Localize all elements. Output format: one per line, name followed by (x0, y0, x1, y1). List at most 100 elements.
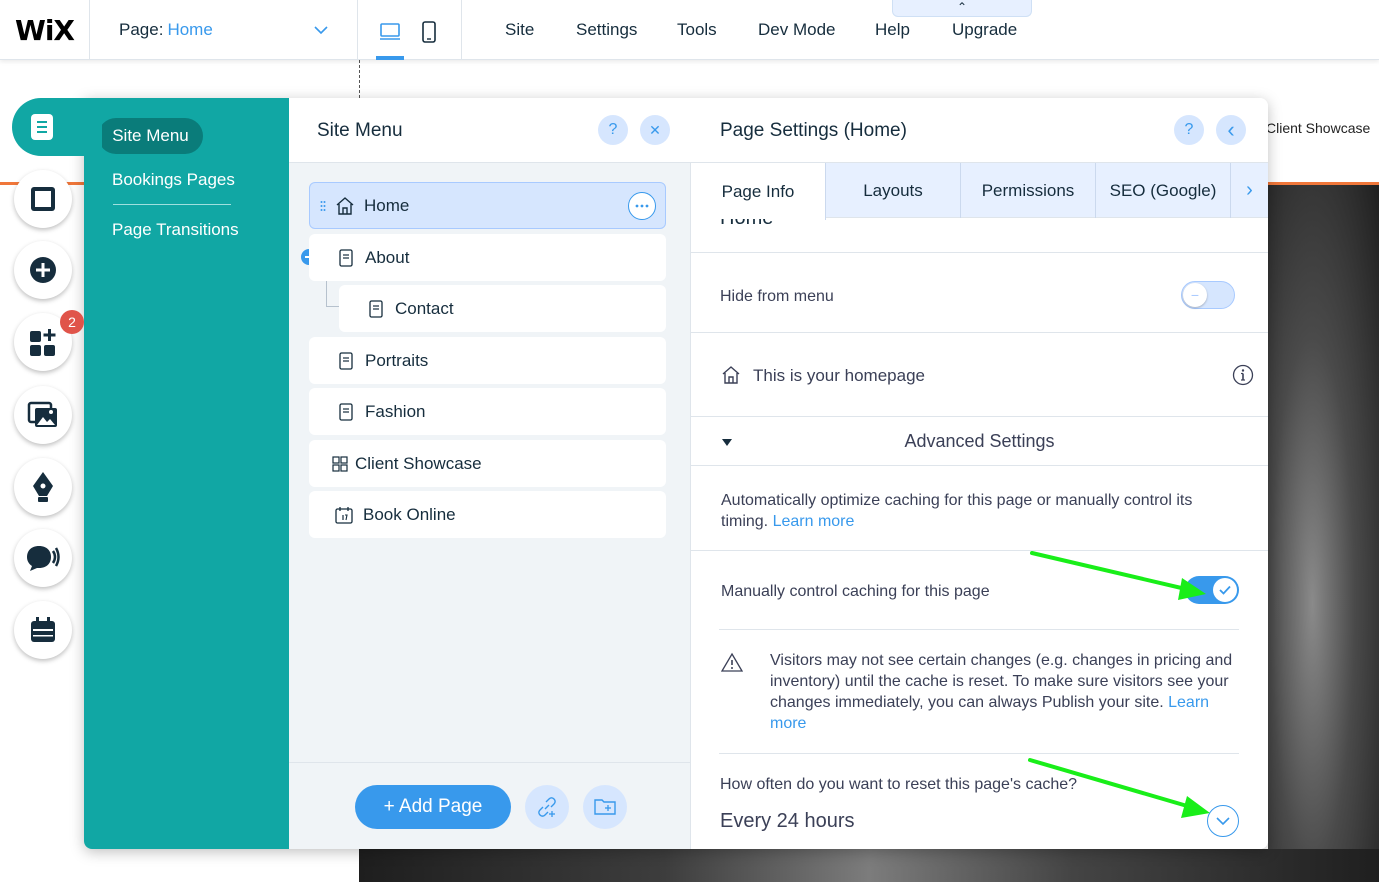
reset-cache-value[interactable]: Every 24 hours (720, 810, 855, 833)
page-item-fashion[interactable]: Fashion (309, 388, 666, 435)
drag-handle-icon[interactable] (320, 200, 326, 212)
divider (691, 550, 1268, 551)
add-link-button[interactable] (525, 785, 569, 829)
reset-cache-question: How often do you want to reset this page… (720, 776, 1078, 793)
minus-icon: − (1183, 283, 1207, 307)
gallery-page-icon (331, 453, 349, 475)
bookings-button[interactable] (14, 601, 72, 659)
chat-button[interactable] (14, 529, 72, 587)
help-button[interactable]: ? (598, 115, 628, 145)
page-settings-column: Page Settings (Home) ? ‹ Page Info Layou… (691, 98, 1268, 849)
nav-tools[interactable]: Tools (677, 0, 717, 60)
page-item-book-online[interactable]: Book Online (309, 491, 666, 538)
page-selector[interactable]: Page: Home (90, 0, 358, 60)
background-button[interactable] (14, 170, 72, 228)
apps-notification-badge: 2 (60, 310, 84, 334)
settings-help-button[interactable]: ? (1174, 115, 1204, 145)
side-nav-page-transitions[interactable]: Page Transitions (112, 220, 239, 240)
hide-from-menu-label: Hide from menu (720, 288, 834, 305)
site-menu-item-client-showcase[interactable]: Client Showcase (1266, 120, 1370, 136)
page-selector-label: Page: (119, 20, 164, 39)
site-photo (1268, 185, 1379, 882)
page-item-label: Fashion (365, 401, 426, 421)
calendar-page-icon (333, 504, 355, 526)
chevron-right-icon: › (1246, 179, 1253, 201)
page-icon (335, 401, 357, 423)
site-menu-header: Site Menu ? ✕ (289, 98, 691, 163)
nav-dev-mode[interactable]: Dev Mode (758, 0, 835, 60)
folder-add-icon (594, 799, 616, 815)
pen-nib-icon (33, 472, 53, 502)
page-item-label: Contact (395, 298, 454, 318)
tab-seo[interactable]: SEO (Google) (1096, 163, 1231, 218)
tab-page-info[interactable]: Page Info (691, 163, 826, 220)
tab-layouts[interactable]: Layouts (826, 163, 961, 218)
add-folder-button[interactable] (583, 785, 627, 829)
pages-panel: Site Menu Bookings Pages Page Transition… (84, 98, 1268, 849)
collapse-topbar-tab[interactable]: ⌃ (892, 0, 1032, 17)
divider (691, 332, 1268, 333)
site-menu-title: Site Menu (317, 120, 403, 141)
advanced-settings-toggle[interactable]: Advanced Settings (691, 417, 1268, 465)
settings-back-button[interactable]: ‹ (1216, 115, 1246, 145)
divider (719, 753, 1239, 754)
homepage-notice: This is your homepage (753, 366, 925, 385)
checkmark-icon (1213, 578, 1237, 602)
pages-button[interactable] (12, 98, 102, 156)
page-settings-header: Page Settings (Home) ? ‹ (691, 98, 1268, 163)
page-item-label: Portraits (365, 350, 429, 370)
chevron-down-icon (1216, 816, 1230, 825)
page-item-label: Client Showcase (355, 453, 482, 473)
top-bar: WiX Page: Home Site Settings Tools Dev M… (0, 0, 1379, 60)
page-item-portraits[interactable]: Portraits (309, 337, 666, 384)
divider (719, 629, 1239, 630)
add-page-button[interactable]: + Add Page (355, 785, 511, 829)
background-icon (31, 187, 55, 211)
chevron-left-icon: ‹ (1227, 117, 1235, 142)
page-item-about[interactable]: About (309, 234, 666, 281)
close-icon: ✕ (649, 121, 661, 138)
hide-from-menu-toggle[interactable]: − (1181, 281, 1235, 309)
media-button[interactable] (14, 386, 72, 444)
add-icon (30, 257, 56, 283)
page-icon (335, 247, 357, 269)
page-item-label: Book Online (363, 504, 456, 524)
media-icon (27, 401, 57, 427)
subpage-connector (326, 281, 340, 307)
site-menu-column: Site Menu ? ✕ Home About Contact Portrai… (289, 98, 691, 849)
chat-icon (27, 546, 60, 571)
page-item-home[interactable]: Home (309, 182, 666, 229)
add-button[interactable] (14, 241, 72, 299)
manual-caching-toggle[interactable] (1185, 576, 1239, 604)
nav-site[interactable]: Site (505, 0, 534, 60)
more-actions-button[interactable] (628, 192, 656, 220)
help-icon: ? (1184, 121, 1194, 138)
more-dots-icon (635, 204, 649, 208)
reset-cache-dropdown[interactable] (1207, 805, 1239, 837)
clipped-field-value: Home (720, 219, 920, 228)
home-icon (334, 195, 356, 217)
bookings-calendar-icon (31, 617, 55, 642)
nav-settings[interactable]: Settings (576, 0, 637, 60)
caching-warning: Visitors may not see certain changes (e.… (770, 652, 1233, 732)
wix-logo[interactable]: WiX (0, 0, 90, 60)
pages-icon (31, 114, 53, 140)
close-button[interactable]: ✕ (640, 115, 670, 145)
page-icon (335, 350, 357, 372)
tab-permissions[interactable]: Permissions (961, 163, 1096, 218)
side-nav-bookings-pages[interactable]: Bookings Pages (112, 170, 235, 190)
desktop-view-button[interactable] (376, 18, 404, 46)
tabs-scroll-right-button[interactable]: › (1231, 163, 1268, 218)
mobile-view-button[interactable] (415, 18, 443, 46)
page-item-contact[interactable]: Contact (339, 285, 666, 332)
add-apps-icon (30, 329, 56, 356)
page-item-client-showcase[interactable]: Client Showcase (309, 440, 666, 487)
info-icon[interactable] (1232, 364, 1254, 391)
caching-description: Automatically optimize caching for this … (721, 492, 1193, 530)
learn-more-link[interactable]: Learn more (773, 513, 855, 530)
mobile-icon (422, 21, 436, 43)
blog-button[interactable] (14, 458, 72, 516)
pages-side-nav: Site Menu Bookings Pages Page Transition… (84, 98, 289, 849)
active-device-indicator (376, 56, 404, 60)
side-nav-site-menu[interactable]: Site Menu (98, 118, 203, 154)
